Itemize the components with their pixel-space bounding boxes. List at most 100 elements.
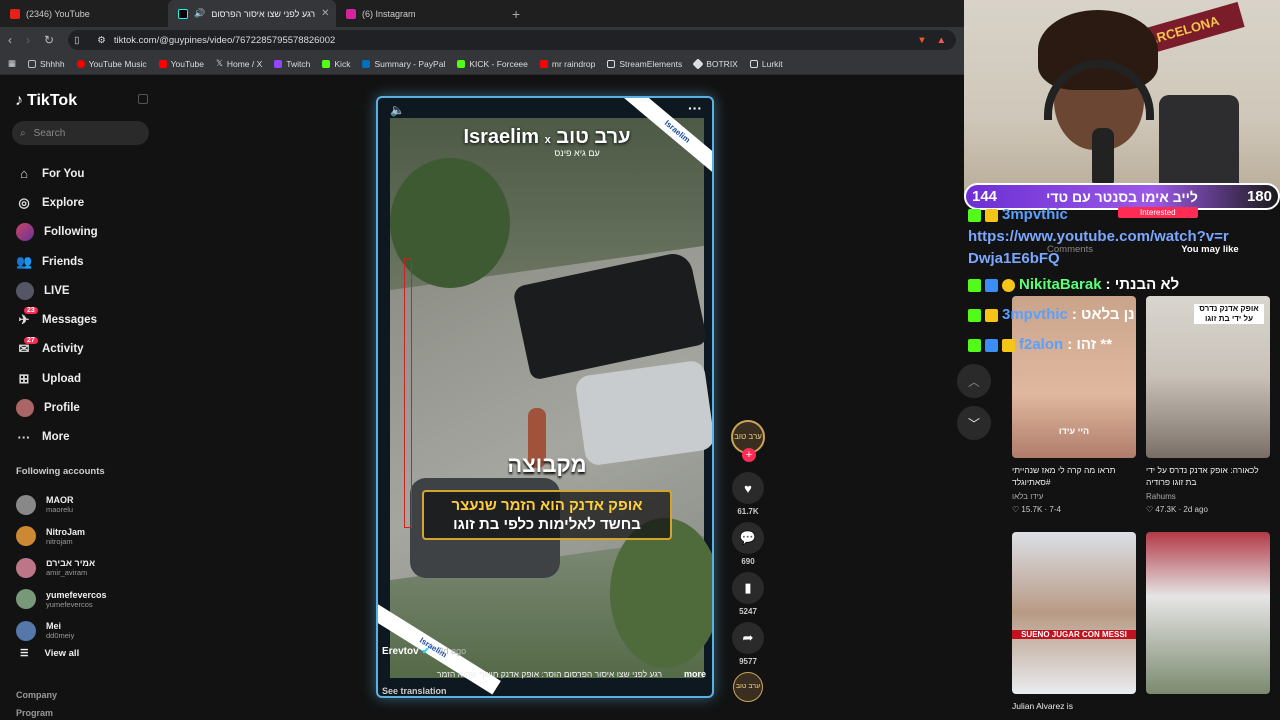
- search-input[interactable]: ⌕ Search: [12, 121, 149, 145]
- music-disc-icon[interactable]: ערב טוב: [733, 672, 763, 702]
- heart-icon: ♥: [744, 480, 752, 496]
- nav-messages[interactable]: ✈ 23 Messages: [16, 305, 156, 334]
- messages-icon: ✈: [18, 312, 30, 328]
- browser-tab-tiktok[interactable]: 🔊 רגע לפני שצו איסור הפרסום ✕: [168, 0, 336, 27]
- new-tab-button[interactable]: +: [512, 6, 520, 22]
- activity-icon: ✉: [18, 341, 30, 357]
- bookmark-item[interactable]: YouTube Music: [76, 59, 147, 69]
- browser-toolbar: ‹ › ↻ ▯ ⚙ tiktok.com/@guypines/video/767…: [0, 27, 964, 53]
- like-button[interactable]: ♥: [732, 472, 764, 504]
- heart-icon: ♡: [1146, 505, 1154, 514]
- stream-chat-overlay: 3mpvthic https://www.youtube.com/watch?v…: [968, 204, 1278, 360]
- tab-label: רגע לפני שצו איסור הפרסום: [211, 8, 316, 19]
- nav-live[interactable]: LIVE: [16, 276, 156, 305]
- poll-question: לייב אימו בסנטר עם טדי: [1046, 188, 1198, 205]
- vertical-text-strip: [404, 258, 412, 528]
- video-card[interactable]: SUENO JUGAR CON MESSI Julian Alvarez is: [1012, 532, 1136, 720]
- more-options-icon[interactable]: ···: [688, 100, 702, 116]
- browser-tab-instagram[interactable]: (6) Instagram: [336, 0, 504, 27]
- close-tab-icon[interactable]: ✕: [321, 8, 329, 19]
- kick-badge-icon: [968, 308, 981, 322]
- account-item[interactable]: MAOR maorelu: [16, 489, 156, 521]
- see-translation-link[interactable]: See translation: [382, 686, 447, 696]
- bookmark-item[interactable]: Shhhh: [28, 59, 65, 69]
- bookmark-item[interactable]: YouTube: [158, 59, 204, 69]
- save-button[interactable]: ▮: [732, 572, 764, 604]
- brave-rewards-icon[interactable]: ▲: [937, 35, 946, 46]
- bookmark-item[interactable]: BOTRIX: [692, 57, 738, 70]
- card-author: Rahums: [1146, 492, 1176, 501]
- comment-button[interactable]: 💬: [732, 522, 764, 554]
- search-icon: ⌕: [20, 127, 26, 139]
- more-icon: ···: [17, 429, 31, 445]
- brave-shield-icon[interactable]: ▼: [917, 35, 926, 46]
- footer-link-company[interactable]: Company: [16, 690, 57, 700]
- kick-badge-icon: [968, 208, 981, 222]
- home-icon: ⌂: [20, 166, 28, 182]
- nav-profile[interactable]: Profile: [16, 393, 156, 422]
- browser-tab-youtube[interactable]: (2346) YouTube: [0, 0, 168, 27]
- account-item[interactable]: yumefevercos yumefevercos: [16, 584, 156, 616]
- account-item[interactable]: NitroJam nitrojam: [16, 521, 156, 553]
- messages-badge: 23: [24, 307, 38, 315]
- twitch-icon: [274, 59, 283, 68]
- bookmarks-bar: ▦ Shhhh YouTube Music YouTube 𝕏 Home / X …: [0, 53, 964, 75]
- account-item[interactable]: אמיר אבירם amir_aviram: [16, 552, 156, 584]
- video-description: רגע לפני שצו איסור הפרסום הוסר: אופק אדנ…: [436, 669, 662, 679]
- chevron-up-icon: ︿: [967, 374, 980, 389]
- address-bar[interactable]: ▯ ⚙ tiktok.com/@guypines/video/767228579…: [68, 30, 956, 50]
- chair-image: [1159, 95, 1239, 195]
- bookmark-item[interactable]: Kick: [322, 59, 350, 69]
- bookmark-item[interactable]: 𝕏 Home / X: [216, 58, 262, 69]
- follow-plus-icon[interactable]: +: [742, 448, 756, 462]
- video-player[interactable]: Israelim x ערב טוב עם גיא פינס 🔈 ··· Isr…: [376, 96, 714, 698]
- forward-icon[interactable]: ›: [26, 33, 30, 47]
- nav-explore[interactable]: ◎ Explore: [16, 188, 156, 217]
- bookmark-icon[interactable]: ▯: [74, 35, 79, 46]
- avatar: [16, 557, 36, 578]
- bookmark-item[interactable]: Twitch: [274, 59, 310, 69]
- video-author[interactable]: Erevtov ✔ 2d ago: [382, 646, 466, 657]
- youtube-icon: [158, 59, 167, 68]
- apps-icon[interactable]: ▦: [8, 58, 16, 69]
- view-all-button[interactable]: ☰ View all: [20, 648, 79, 659]
- next-video-button[interactable]: ﹀: [957, 406, 991, 440]
- chat-message-link: https://www.youtube.com/watch?v=rDwja1E6…: [968, 228, 1229, 267]
- footer-link-program[interactable]: Program: [16, 708, 53, 718]
- nav-more[interactable]: ··· More: [16, 423, 156, 452]
- card-title: לכאורה: אופק אדנק נדרס על ידי בת זוגו פר…: [1146, 465, 1259, 487]
- share-button[interactable]: ➦: [732, 622, 764, 654]
- previous-video-button[interactable]: ︿: [957, 364, 991, 398]
- microphone-image: [1092, 128, 1114, 188]
- collapse-sidebar-icon[interactable]: [138, 94, 148, 104]
- kick-icon: [457, 59, 466, 68]
- bookmark-item[interactable]: mr raindrop: [539, 59, 595, 69]
- browser-tab-bar: (2346) YouTube 🔊 רגע לפני שצו איסור הפרס…: [0, 0, 964, 27]
- back-icon[interactable]: ‹: [8, 33, 12, 47]
- video-card[interactable]: [1146, 532, 1270, 694]
- site-settings-icon[interactable]: ⚙: [97, 35, 106, 46]
- like-count: 61.7K: [737, 507, 759, 516]
- bookmark-item[interactable]: Summary - PayPal: [362, 59, 445, 69]
- account-item[interactable]: Mei dd0meiy: [16, 615, 156, 647]
- comment-count: 690: [741, 557, 755, 566]
- volume-icon[interactable]: 🔈: [390, 103, 405, 117]
- nav-friends[interactable]: 👥 Friends: [16, 247, 156, 276]
- creator-avatar[interactable]: ערב טוב +: [731, 420, 765, 462]
- lurkit-icon: [749, 59, 758, 68]
- crown-badge-icon: [985, 308, 998, 322]
- nav-activity[interactable]: ✉ 27 Activity: [16, 335, 156, 364]
- bookmark-item[interactable]: Lurkit: [749, 59, 783, 69]
- chat-message: 3mpvthic: [968, 204, 1278, 226]
- tiktok-logo[interactable]: ♪ TikTok: [15, 92, 77, 110]
- card-author: עידו בלאו: [1012, 492, 1044, 501]
- nav-following[interactable]: Following: [16, 218, 156, 247]
- nav-for-you[interactable]: ⌂ For You: [16, 159, 156, 188]
- bookmark-item[interactable]: StreamElements: [607, 59, 682, 69]
- more-button[interactable]: more: [684, 669, 706, 679]
- reload-icon[interactable]: ↻: [44, 33, 54, 47]
- speaker-icon[interactable]: 🔊: [194, 8, 205, 19]
- youtube-icon: [10, 8, 20, 19]
- bookmark-item[interactable]: KICK - Forceee: [457, 59, 528, 69]
- nav-upload[interactable]: ⊞ Upload: [16, 364, 156, 393]
